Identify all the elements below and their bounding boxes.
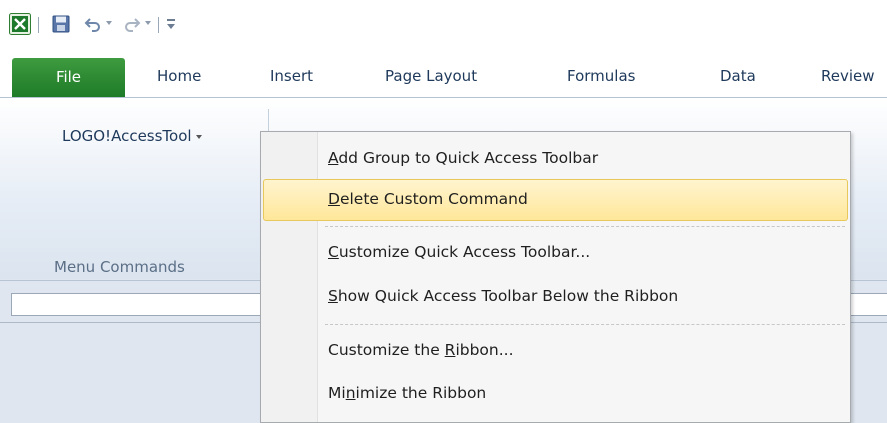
- redo-dropdown-icon[interactable]: [145, 21, 151, 25]
- save-icon[interactable]: [52, 15, 70, 33]
- tab-page-layout[interactable]: Page Layout: [385, 56, 477, 96]
- menu-item-customize-ribbon[interactable]: Customize the Ribbon...: [328, 338, 514, 362]
- group-label-menu-commands: Menu Commands: [54, 258, 185, 276]
- tab-formulas[interactable]: Formulas: [567, 56, 635, 96]
- logo-accesstool-button[interactable]: LOGO!AccessTool: [62, 127, 202, 145]
- tab-review[interactable]: Review: [821, 56, 875, 96]
- customize-qat-icon[interactable]: [166, 17, 176, 31]
- qat-separator: [38, 17, 39, 33]
- menu-item-minimize-ribbon[interactable]: Minimize the Ribbon: [328, 381, 486, 405]
- chevron-down-icon: [195, 134, 202, 139]
- menu-separator: [325, 226, 845, 227]
- qat-context-menu: Add Group to Quick Access Toolbar Delete…: [260, 131, 851, 423]
- tab-file[interactable]: File: [12, 58, 125, 97]
- menu-icon-gutter: [261, 132, 318, 422]
- excel-icon[interactable]: [9, 13, 31, 35]
- menu-item-customize-qat[interactable]: Customize Quick Access Toolbar...: [328, 240, 590, 264]
- menu-separator: [325, 324, 845, 325]
- logo-accesstool-label: LOGO!AccessTool: [62, 127, 192, 145]
- redo-icon[interactable]: [123, 15, 141, 33]
- undo-icon[interactable]: [84, 15, 102, 33]
- tab-insert[interactable]: Insert: [270, 56, 313, 96]
- tab-data[interactable]: Data: [720, 56, 756, 96]
- qat-separator: [158, 17, 159, 33]
- menu-item-delete-custom-command[interactable]: Delete Custom Command: [328, 187, 528, 211]
- menu-item-add-group-to-qat[interactable]: Add Group to Quick Access Toolbar: [328, 146, 598, 170]
- quick-access-toolbar: [0, 0, 887, 46]
- tab-home[interactable]: Home: [157, 56, 201, 96]
- undo-dropdown-icon[interactable]: [106, 21, 112, 25]
- menu-item-show-qat-below-ribbon[interactable]: Show Quick Access Toolbar Below the Ribb…: [328, 284, 678, 308]
